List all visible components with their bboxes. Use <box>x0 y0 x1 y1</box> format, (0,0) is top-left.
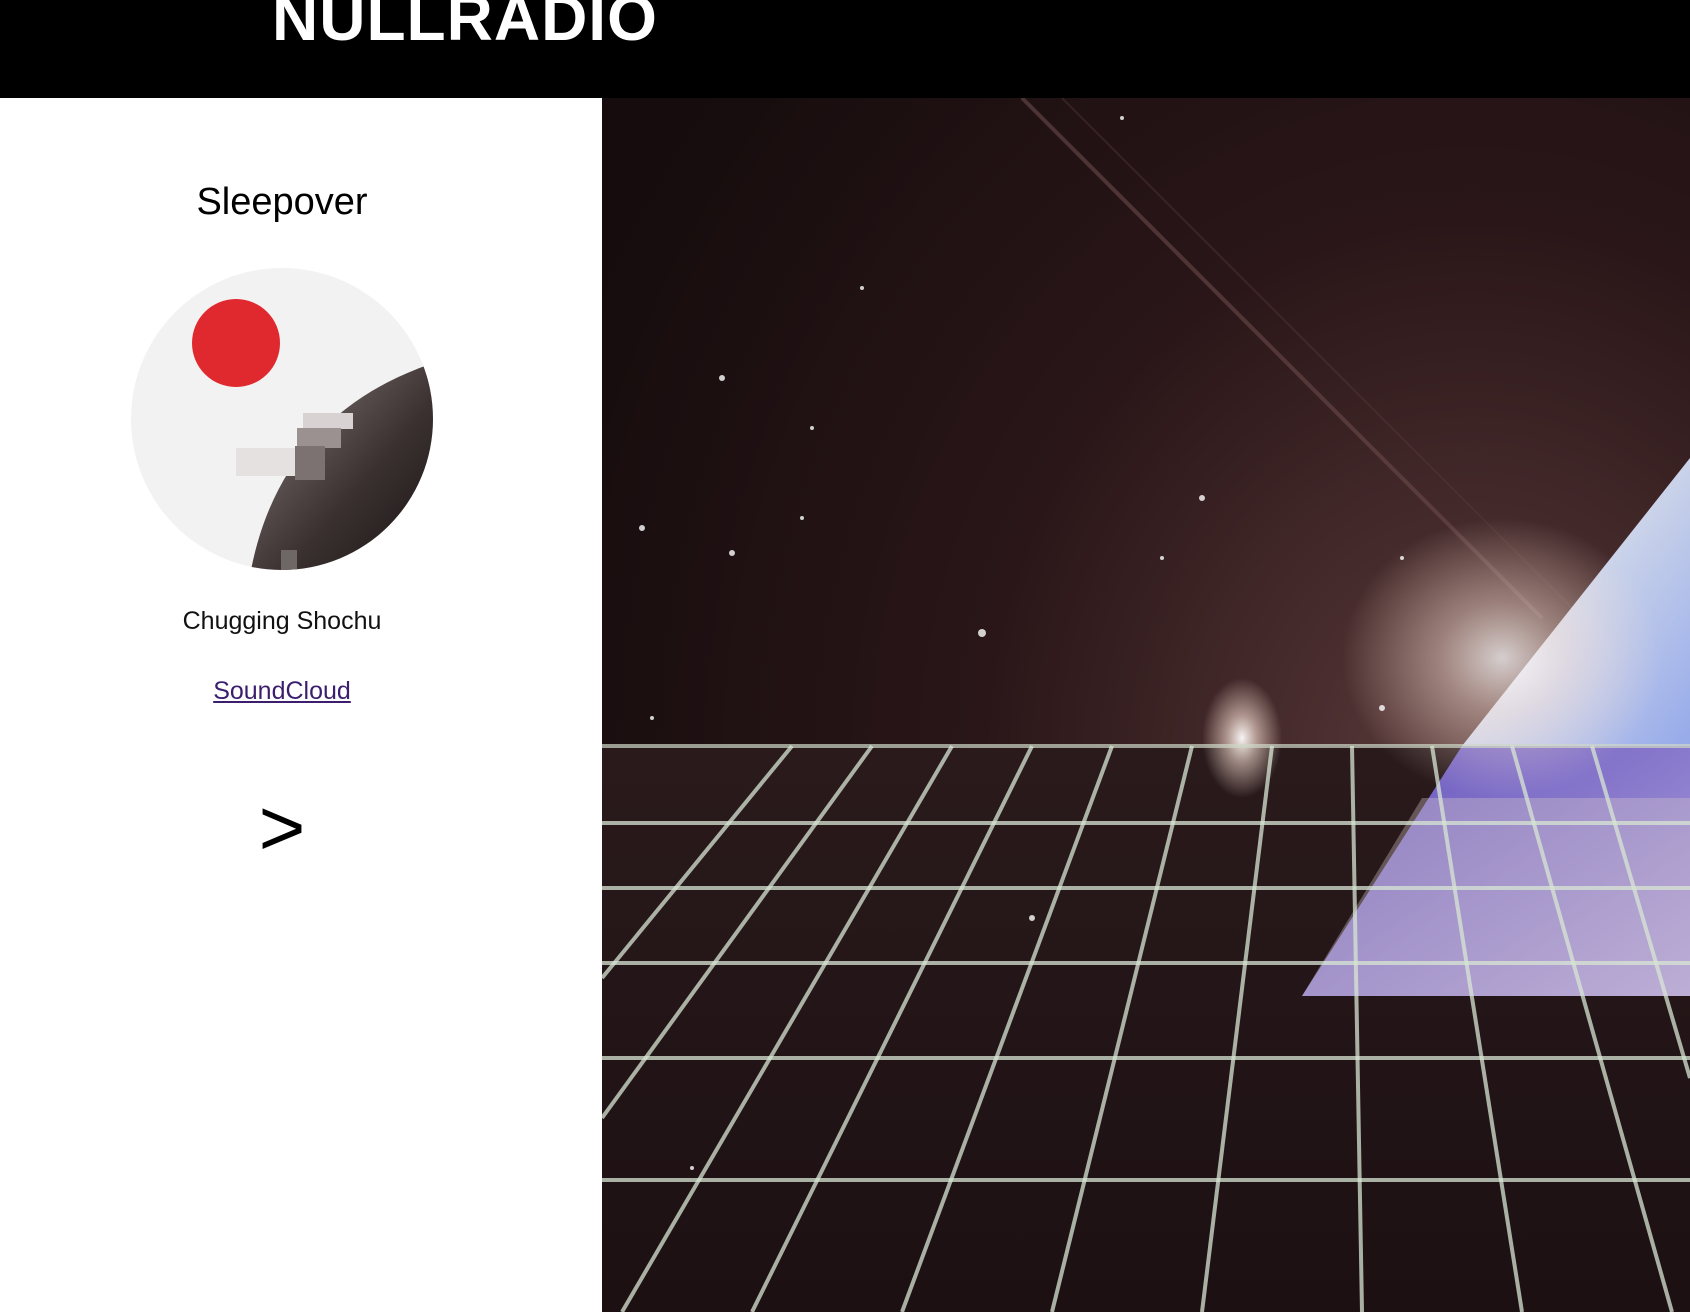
now-playing-panel: Sleepover Chugging Shochu SoundCloud > <box>0 98 602 1312</box>
background-visual <box>602 98 1690 1312</box>
cover-sun <box>192 299 280 387</box>
show-title: Sleepover <box>196 181 368 223</box>
next-button[interactable]: > <box>232 778 332 878</box>
album-cover-art-icon <box>131 268 433 570</box>
track-title: Chugging Shochu <box>182 607 382 635</box>
brand-logo[interactable]: NULLRADIO <box>272 0 658 50</box>
next-arrow-icon: > <box>258 783 306 872</box>
synthwave-grid-artwork-icon <box>602 98 1690 1312</box>
album-cover <box>131 268 433 570</box>
soundcloud-link[interactable]: SoundCloud <box>213 677 351 705</box>
site-header: NULLRADIO <box>0 0 1690 98</box>
